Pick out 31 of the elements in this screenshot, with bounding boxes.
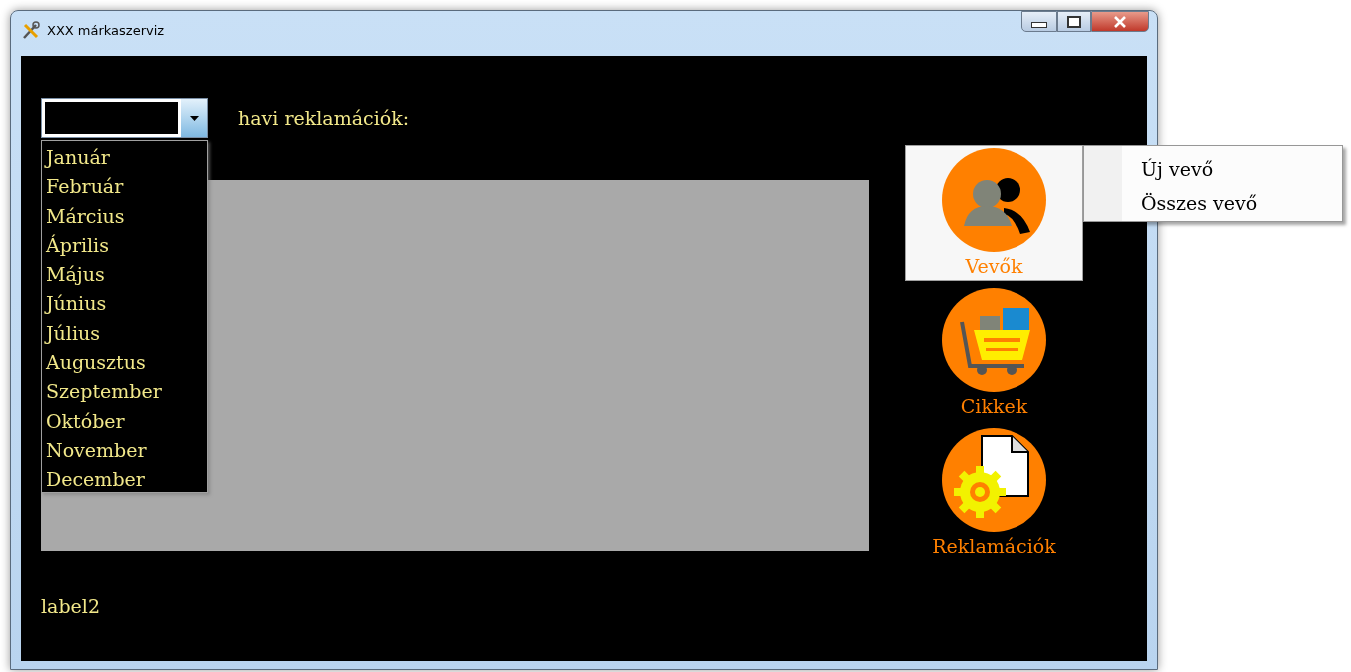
close-button[interactable]: [1091, 11, 1149, 32]
window-title: XXX márkaszerviz: [47, 22, 165, 40]
tools-icon: [21, 21, 41, 41]
document-gear-icon: [942, 428, 1046, 532]
minimize-icon: [1031, 21, 1047, 28]
maximize-icon: [1067, 15, 1081, 28]
people-icon: [942, 148, 1046, 252]
nav-button[interactable]: Reklamációk: [905, 425, 1083, 561]
month-dropdown[interactable]: [41, 98, 208, 138]
month-option[interactable]: December: [42, 465, 145, 495]
month-option[interactable]: Június: [42, 289, 107, 319]
close-icon: [1112, 15, 1128, 28]
maximize-button[interactable]: [1057, 11, 1091, 32]
month-option[interactable]: Január: [42, 143, 110, 173]
minimize-button[interactable]: [1021, 11, 1057, 32]
month-option[interactable]: Augusztus: [42, 348, 146, 378]
nav-button[interactable]: Cikkek: [905, 285, 1083, 421]
menu-item[interactable]: Új vevő: [1141, 152, 1342, 186]
heading-label: havi reklamációk:: [238, 107, 410, 129]
month-option[interactable]: Február: [42, 172, 124, 202]
month-option[interactable]: Szeptember: [42, 377, 162, 407]
status-label: label2: [41, 595, 100, 617]
caret-icon: [189, 115, 199, 121]
month-option[interactable]: Március: [42, 201, 125, 231]
menu-item[interactable]: Összes vevő: [1141, 186, 1342, 220]
month-option[interactable]: Július: [42, 318, 100, 349]
month-option[interactable]: Október: [42, 406, 125, 436]
month-option[interactable]: November: [42, 435, 147, 466]
cart-icon: [942, 288, 1046, 392]
month-option[interactable]: Április: [42, 230, 109, 261]
month-option[interactable]: Május: [42, 260, 105, 290]
